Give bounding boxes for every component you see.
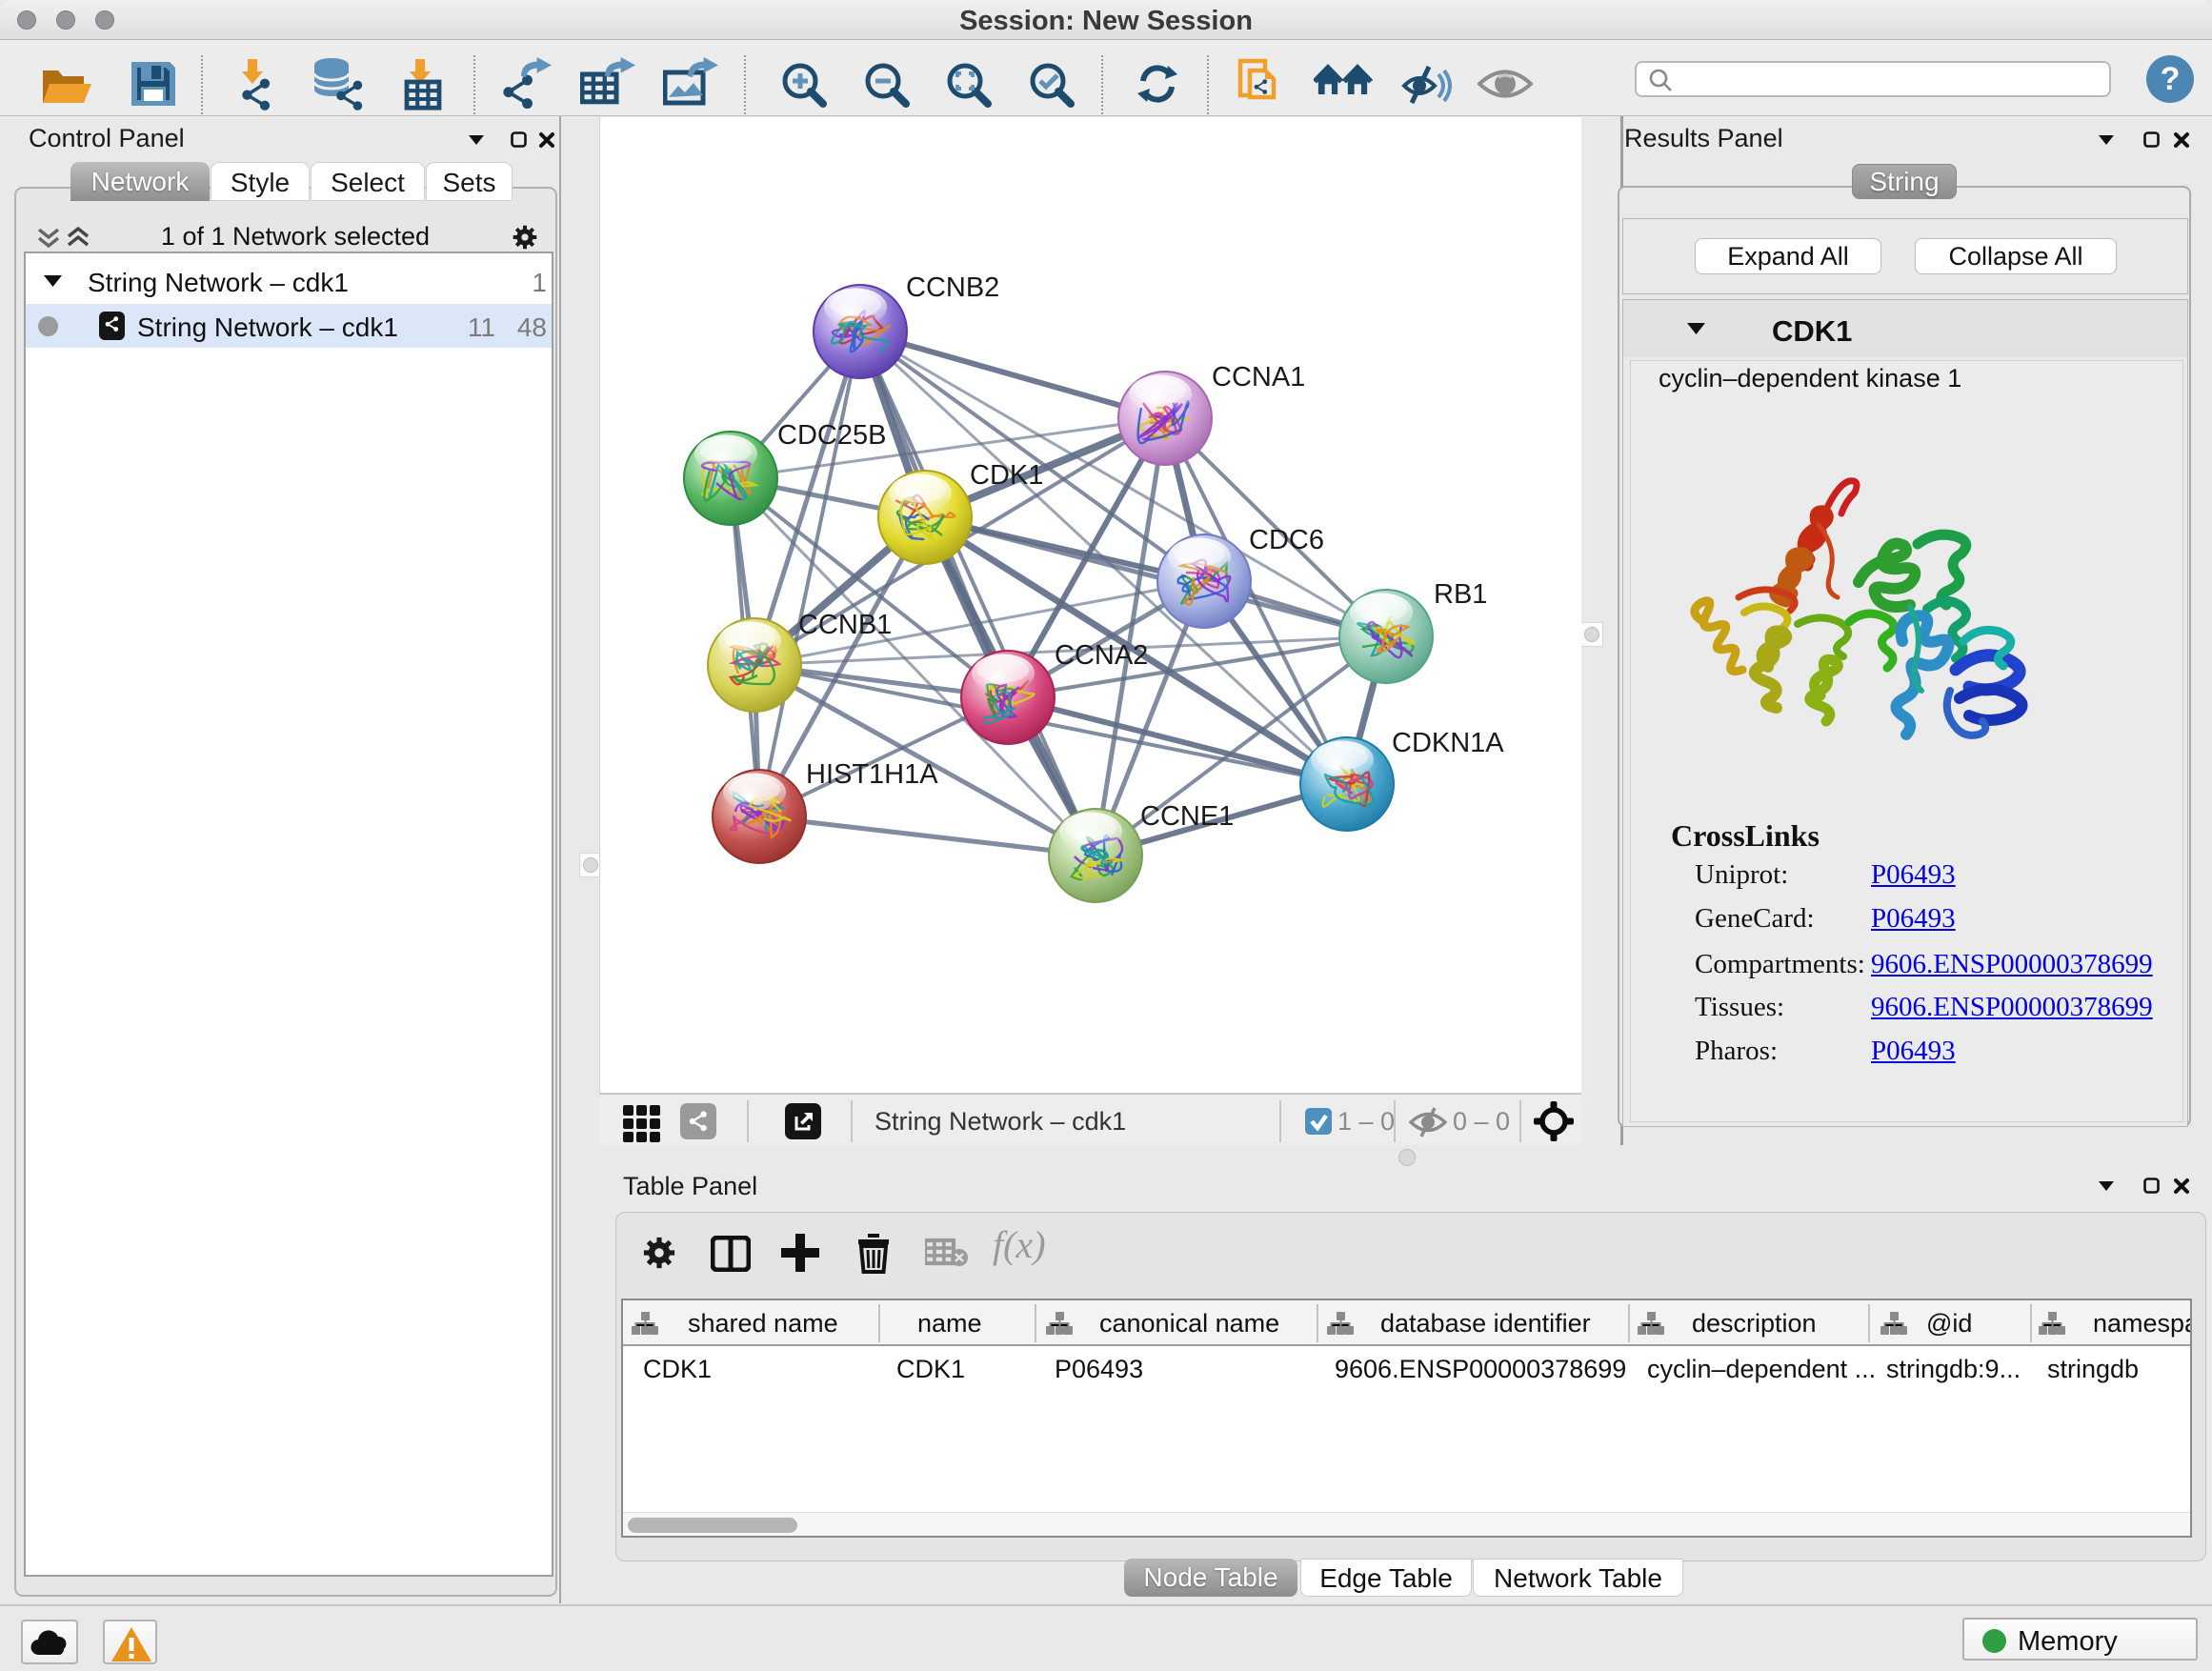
svg-text:CDK1: CDK1 — [970, 460, 1043, 491]
svg-text:CCNA1: CCNA1 — [1212, 362, 1305, 393]
svg-text:HIST1H1A: HIST1H1A — [806, 759, 938, 790]
svg-text:CCNA2: CCNA2 — [1055, 640, 1148, 671]
svg-text:CDC6: CDC6 — [1249, 525, 1324, 555]
svg-text:CCNE1: CCNE1 — [1140, 801, 1234, 832]
svg-text:RB1: RB1 — [1434, 579, 1487, 610]
svg-text:CCNB2: CCNB2 — [906, 272, 999, 303]
svg-text:CCNB1: CCNB1 — [798, 610, 892, 640]
svg-text:?: ? — [2161, 61, 2181, 97]
svg-text:CDC25B: CDC25B — [777, 420, 886, 451]
svg-text:CDKN1A: CDKN1A — [1392, 728, 1504, 758]
